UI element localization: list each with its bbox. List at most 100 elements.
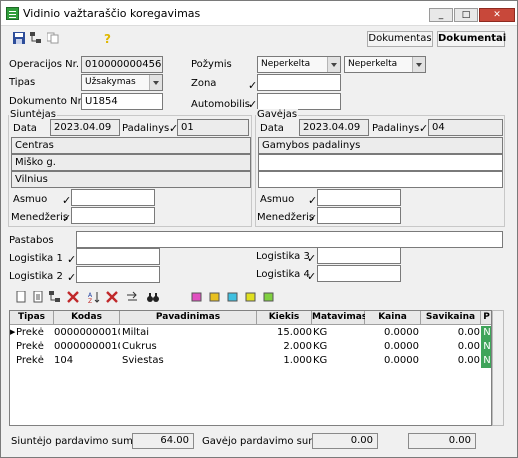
table-cell[interactable]: 0.0000	[365, 340, 419, 354]
pozymis-select-1[interactable]: Neperkelta	[257, 56, 341, 73]
gavejas-data-field[interactable]: 2023.04.09	[299, 119, 369, 136]
pozymis-select-2[interactable]: Neperkelta	[344, 56, 426, 73]
col-p[interactable]: P	[481, 311, 491, 325]
table-cell[interactable]: Cukrus	[122, 340, 257, 354]
gavejo-suma-value[interactable]: 0.00	[312, 433, 378, 449]
gavejas-menedzeris-field[interactable]	[317, 207, 401, 224]
logistika-1-check-icon[interactable]: ✓	[67, 253, 76, 266]
siuntejas-asmuo-label: Asmuo	[13, 194, 48, 205]
logistika-4-field[interactable]	[317, 265, 401, 282]
col-savikaina[interactable]: Savikaina	[421, 311, 481, 325]
col-kiekis[interactable]: Kiekis	[257, 311, 312, 325]
table-cell[interactable]: KG	[313, 326, 365, 340]
table-cell[interactable]: 2.000	[257, 340, 312, 354]
maximize-button[interactable]: □	[454, 8, 478, 22]
siuntejas-line-3[interactable]: Vilnius	[11, 171, 251, 188]
tree-icon[interactable]	[49, 291, 61, 303]
siuntejas-data-field[interactable]: 2023.04.09	[50, 119, 120, 136]
table-cell[interactable]: KG	[313, 340, 365, 354]
color-tool-1-icon[interactable]	[191, 291, 203, 303]
siuntejas-menedzeris-field[interactable]	[71, 207, 155, 224]
help-icon[interactable]: ?	[102, 32, 114, 44]
save-icon[interactable]	[13, 32, 25, 44]
table-cell[interactable]: KG	[313, 354, 365, 368]
binoculars-icon[interactable]	[147, 291, 159, 303]
logistika-3-check-icon[interactable]: ✓	[307, 252, 316, 265]
operacijos-field[interactable]: 010000000456	[81, 56, 163, 73]
items-grid[interactable]: Tipas Kodas Pavadinimas Kiekis Matavimas…	[9, 310, 492, 426]
logistika-3-field[interactable]	[317, 247, 401, 264]
logistika-2-check-icon[interactable]: ✓	[67, 271, 76, 284]
color-tool-5-icon[interactable]	[263, 291, 275, 303]
status-badge[interactable]: N	[481, 340, 491, 354]
status-badge[interactable]: N	[481, 354, 491, 368]
table-cell[interactable]: 000000000102	[54, 326, 120, 340]
table-cell[interactable]: 000000000103	[54, 340, 120, 354]
pastabos-field[interactable]	[76, 231, 503, 248]
col-kaina[interactable]: Kaina	[365, 311, 421, 325]
siuntejo-suma-value[interactable]: 64.00	[132, 433, 194, 449]
gavejas-padalinys-field[interactable]: 04	[428, 119, 503, 136]
transfer-icon[interactable]	[126, 291, 138, 303]
siuntejas-line-1[interactable]: Centras	[11, 137, 251, 154]
automobilis-field[interactable]	[257, 93, 341, 110]
col-kodas[interactable]: Kodas	[54, 311, 120, 325]
minimize-button[interactable]: _	[429, 8, 453, 22]
zona-field[interactable]	[257, 74, 341, 91]
zona-label: Zona	[191, 78, 217, 89]
siuntejas-asmuo-field[interactable]	[71, 189, 155, 206]
col-matavimas[interactable]: Matavimas	[312, 311, 367, 325]
tab-dokumentai[interactable]: Dokumentai	[437, 31, 506, 47]
table-cell[interactable]: 15.000	[257, 326, 312, 340]
gavejas-asmuo-check-icon[interactable]: ✓	[308, 194, 317, 207]
automobilis-label: Automobilis	[191, 99, 250, 110]
table-cell[interactable]: 0.00	[421, 354, 480, 368]
close-button[interactable]: ✕	[479, 8, 515, 22]
col-tipas[interactable]: Tipas	[10, 311, 54, 325]
pastabos-label: Pastabos	[9, 235, 54, 246]
tree-icon[interactable]	[30, 32, 42, 44]
col-pavadinimas[interactable]: Pavadinimas	[120, 311, 257, 325]
new-icon[interactable]	[15, 291, 27, 303]
color-tool-2-icon[interactable]	[209, 291, 221, 303]
delete-icon[interactable]	[67, 291, 79, 303]
clear-icon[interactable]	[106, 291, 118, 303]
table-cell[interactable]: Miltai	[122, 326, 257, 340]
sort-icon[interactable]: AZ	[88, 291, 100, 303]
status-badge[interactable]: N	[481, 326, 491, 340]
table-cell[interactable]: 0.0000	[365, 326, 419, 340]
siuntejas-line-2[interactable]: Miško g.	[11, 154, 251, 171]
table-cell[interactable]: Prekė	[16, 340, 54, 354]
siuntejas-menedzeris-check-icon[interactable]: ✓	[62, 212, 71, 225]
gavejas-line-2[interactable]	[258, 154, 503, 171]
zona-check-icon[interactable]: ✓	[248, 79, 257, 92]
gavejas-menedzeris-check-icon[interactable]: ✓	[308, 212, 317, 225]
logistika-4-check-icon[interactable]: ✓	[307, 270, 316, 283]
color-tool-3-icon[interactable]	[227, 291, 239, 303]
vertical-scrollbar[interactable]	[492, 310, 504, 426]
table-cell[interactable]: 0.00	[421, 340, 480, 354]
third-sum-value[interactable]: 0.00	[408, 433, 476, 449]
table-cell[interactable]: Prekė	[16, 354, 54, 368]
logistika-1-field[interactable]	[76, 248, 160, 265]
siuntejas-padalinys-label: Padalinys	[122, 123, 170, 134]
color-tool-4-icon[interactable]	[245, 291, 257, 303]
table-cell[interactable]: 0.00	[421, 326, 480, 340]
tab-dokumentas[interactable]: Dokumentas	[367, 31, 433, 47]
logistika-2-field[interactable]	[76, 266, 160, 283]
table-cell[interactable]: Prekė	[16, 326, 54, 340]
dokumento-field[interactable]: U1854	[81, 93, 163, 110]
gavejas-asmuo-field[interactable]	[317, 189, 401, 206]
siuntejas-padalinys-field[interactable]: 01	[177, 119, 249, 136]
table-cell[interactable]: 1.000	[257, 354, 312, 368]
gavejas-padalinys-check-icon[interactable]: ✓	[419, 122, 428, 135]
tipas-select[interactable]: Užsakymas	[81, 74, 163, 91]
table-cell[interactable]: 104	[54, 354, 120, 368]
document-icon[interactable]	[32, 291, 44, 303]
table-cell[interactable]: Sviestas	[122, 354, 257, 368]
siuntejas-asmuo-check-icon[interactable]: ✓	[62, 194, 71, 207]
copy-icon[interactable]	[47, 32, 59, 44]
gavejas-line-3[interactable]	[258, 171, 503, 188]
gavejas-line-1[interactable]: Gamybos padalinys	[258, 137, 503, 154]
table-cell[interactable]: 0.0000	[365, 354, 419, 368]
